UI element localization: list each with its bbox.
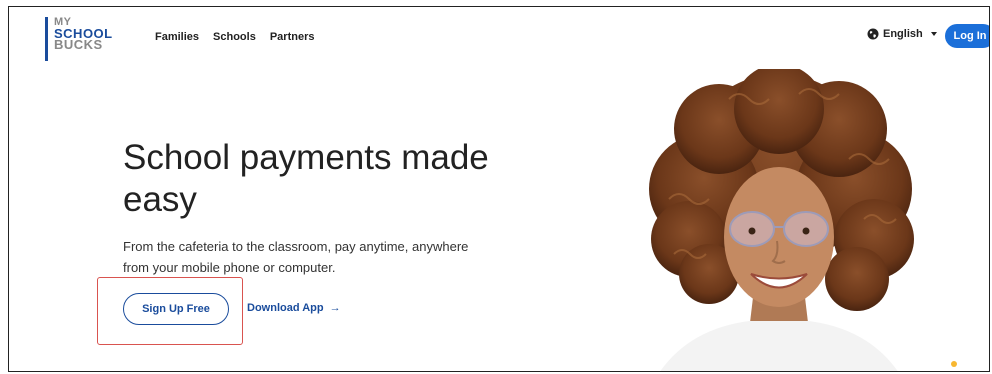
caret-down-icon (930, 32, 937, 36)
nav-partners[interactable]: Partners (270, 31, 315, 43)
globe-icon (867, 28, 879, 40)
main-nav: Families Schools Partners (155, 31, 314, 43)
sign-up-free-button[interactable]: Sign Up Free (123, 293, 229, 325)
myschoolbucks-logo[interactable]: MY SCHOOL BUCKS (45, 17, 125, 61)
login-button[interactable]: Log In (945, 24, 989, 48)
decorative-dot (951, 361, 957, 367)
hero-headline: School payments made easy (123, 138, 489, 219)
arrow-right-icon: → (329, 302, 341, 314)
hero-subtext: From the cafeteria to the classroom, pay… (123, 239, 469, 275)
page-frame: MY SCHOOL BUCKS Families Schools Partner… (8, 6, 990, 372)
nav-schools[interactable]: Schools (213, 31, 256, 43)
language-selector[interactable]: English (867, 28, 937, 40)
language-label: English (883, 28, 923, 40)
logo-line-3: BUCKS (54, 37, 103, 52)
download-app-label: Download App (247, 302, 324, 314)
nav-families[interactable]: Families (155, 31, 199, 43)
download-app-link[interactable]: Download App → (247, 302, 341, 314)
hero-photo-woman (649, 69, 914, 371)
